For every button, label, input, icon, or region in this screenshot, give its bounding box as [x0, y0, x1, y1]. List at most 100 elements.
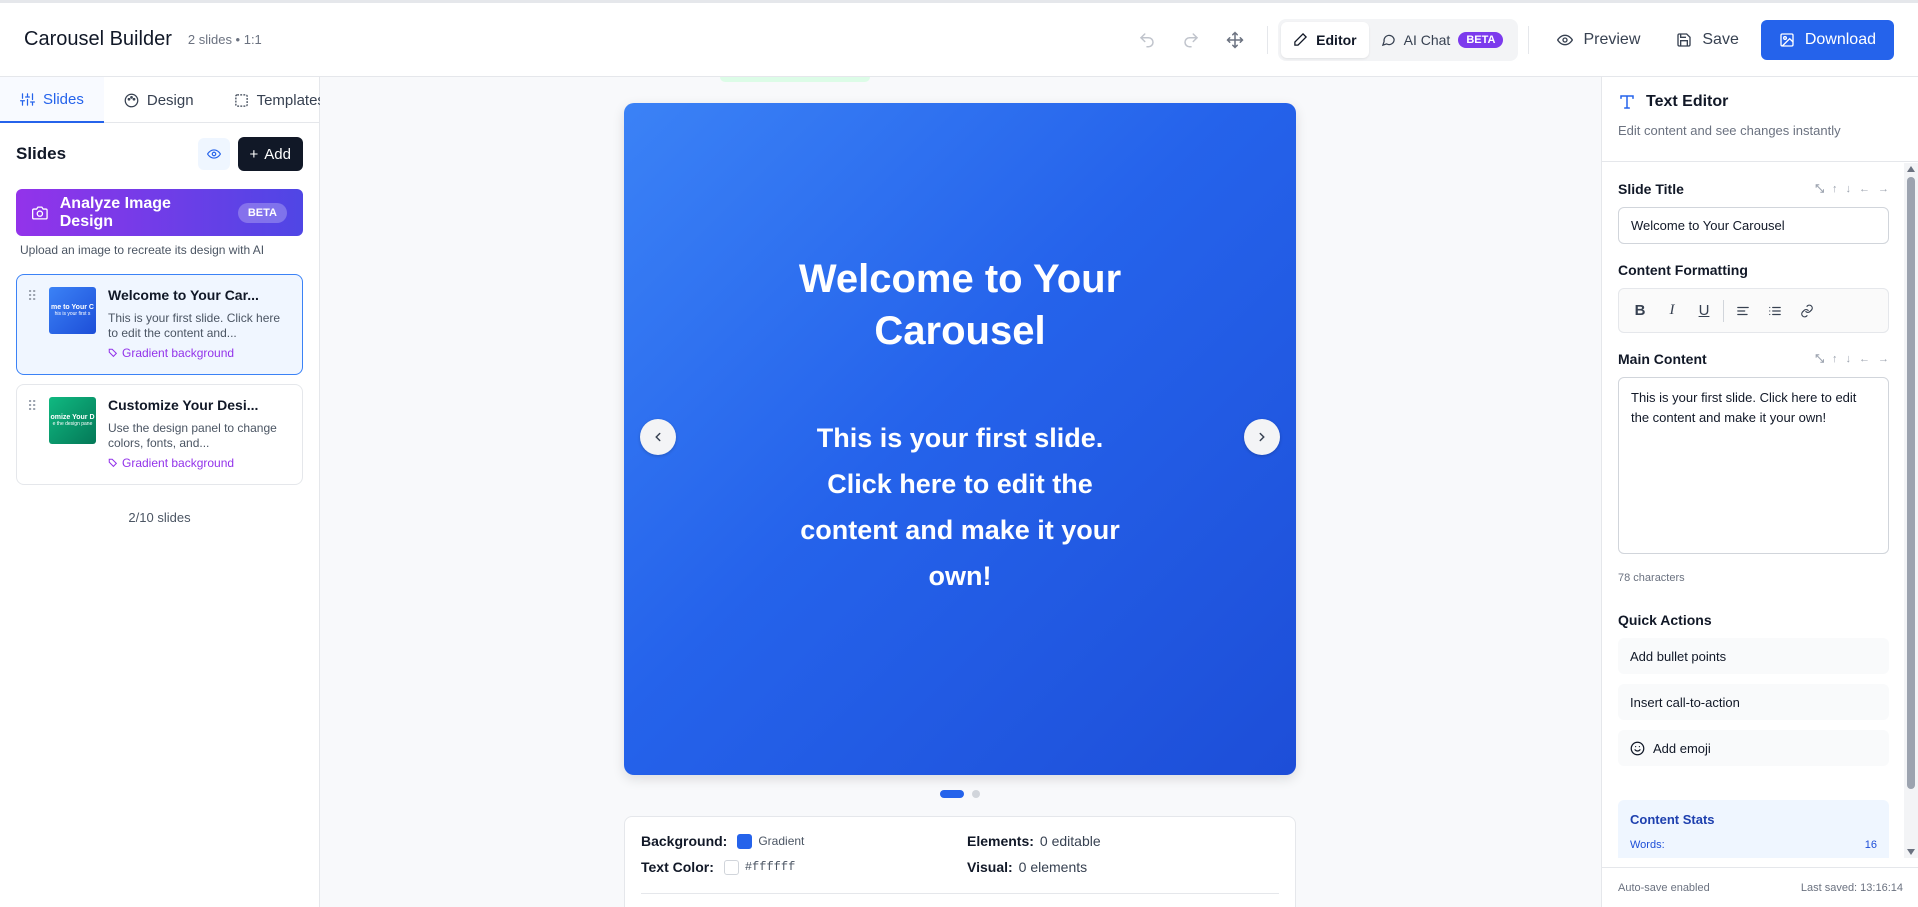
- quick-actions-label: Quick Actions: [1618, 612, 1712, 628]
- tab-templates-label: Templates: [256, 91, 325, 109]
- background-label: Background:: [641, 833, 728, 849]
- arrow-left-icon[interactable]: ←: [1859, 353, 1870, 366]
- insert-cta-button[interactable]: Insert call-to-action: [1618, 684, 1889, 720]
- thumbnail-title: omize Your D: [50, 414, 95, 421]
- sidebar-tabs: Slides Design Templates: [0, 77, 325, 123]
- save-label: Save: [1702, 30, 1739, 48]
- editor-header: Text Editor Edit content and see changes…: [1602, 77, 1918, 162]
- elements-info: Elements: 0 editable: [967, 833, 1279, 849]
- list-icon[interactable]: [1762, 298, 1788, 324]
- quick-action-label: Insert call-to-action: [1630, 694, 1740, 710]
- slide-thumbnail: me to Your C his is your first s: [49, 287, 96, 334]
- main-content-field-label: Main Content ⤡ ↑ ↓ ← →: [1618, 351, 1889, 367]
- download-button[interactable]: Download: [1760, 19, 1894, 60]
- scroll-down-icon[interactable]: [1907, 849, 1915, 855]
- editor-subtitle: Edit content and see changes instantly: [1618, 123, 1841, 138]
- redo-icon[interactable]: [1169, 20, 1213, 60]
- chat-icon: [1381, 34, 1395, 47]
- stats-words-label: Words:: [1630, 839, 1665, 851]
- text-icon: [1620, 95, 1634, 109]
- bold-icon[interactable]: B: [1627, 298, 1653, 324]
- save-icon: [1677, 32, 1692, 47]
- slide-background-tag: Gradient background: [108, 456, 292, 470]
- main-content-label: Main Content: [1618, 351, 1707, 367]
- field-tools: ⤡ ↑ ↓ ← →: [1815, 353, 1889, 366]
- arrow-right-icon[interactable]: →: [1878, 183, 1889, 196]
- divider: [1267, 25, 1269, 54]
- slide-thumbnail: omize Your D e the design pane: [49, 397, 96, 444]
- divider: [1723, 299, 1724, 322]
- background-value: Gradient: [758, 834, 805, 848]
- move-icon[interactable]: [1213, 20, 1257, 60]
- link-icon[interactable]: [1794, 298, 1820, 324]
- text-color-value: #ffffff: [744, 860, 796, 874]
- slide-list-item[interactable]: ⠿ omize Your D e the design pane Customi…: [16, 384, 303, 485]
- preview-toggle-button[interactable]: [197, 138, 230, 170]
- scroll-up-icon[interactable]: [1907, 166, 1915, 172]
- add-bullet-points-button[interactable]: Add bullet points: [1618, 638, 1889, 674]
- scroll-thumb[interactable]: [1907, 177, 1915, 789]
- ai-chat-mode-button[interactable]: AI Chat BETA: [1369, 22, 1516, 58]
- canvas-slide-content[interactable]: This is your first slide. Click here to …: [624, 415, 1296, 599]
- tab-slides-label: Slides: [43, 90, 84, 108]
- app-title: Carousel Builder: [24, 28, 172, 50]
- italic-icon[interactable]: I: [1659, 298, 1685, 324]
- save-button[interactable]: Save: [1658, 20, 1756, 60]
- add-emoji-button[interactable]: Add emoji: [1618, 730, 1889, 766]
- plus-icon: +: [249, 145, 259, 163]
- align-left-icon[interactable]: [1730, 298, 1756, 324]
- editor-mode-button[interactable]: Editor: [1281, 21, 1369, 58]
- undo-icon[interactable]: [1125, 20, 1169, 60]
- last-saved: Last saved: 13:16:14: [1800, 881, 1903, 894]
- preview-label: Preview: [1583, 30, 1641, 48]
- thumbnail-title: me to Your C: [51, 304, 94, 311]
- eye-icon: [206, 149, 221, 159]
- arrow-up-icon[interactable]: ↑: [1832, 183, 1838, 196]
- stats-words-value: 16: [1864, 839, 1877, 851]
- slide-title-input[interactable]: Welcome to Your Carousel: [1618, 207, 1889, 244]
- resize-icon[interactable]: ⤡: [1815, 183, 1824, 196]
- add-slide-button[interactable]: + Add: [237, 137, 303, 171]
- arrow-down-icon[interactable]: ↓: [1846, 353, 1852, 366]
- text-color-swatch: [723, 859, 739, 875]
- divider: [641, 893, 1279, 894]
- autosave-status: Auto-save enabled: [1618, 881, 1710, 894]
- slide-canvas[interactable]: Welcome to Your Carousel This is your fi…: [624, 103, 1296, 775]
- next-slide-button[interactable]: [1244, 419, 1280, 455]
- editor-body: Slide Title ⤡ ↑ ↓ ← → Welcome to Your Ca…: [1602, 163, 1905, 858]
- arrow-down-icon[interactable]: ↓: [1846, 183, 1852, 196]
- slide-title: Welcome to Your Car...: [108, 287, 259, 303]
- eye-icon: [1557, 34, 1574, 45]
- editor-footer: Auto-save enabled Last saved: 13:16:14: [1602, 867, 1918, 907]
- preview-button[interactable]: Preview: [1539, 20, 1658, 60]
- analyze-image-button[interactable]: Analyze Image Design BETA: [16, 189, 303, 236]
- analyze-label: Analyze Image Design: [59, 194, 171, 230]
- analyze-hint: Upload an image to recreate its design w…: [20, 243, 265, 257]
- canvas-slide-title[interactable]: Welcome to Your Carousel: [624, 253, 1296, 357]
- slide-description: This is your first slide. Click here to …: [108, 311, 281, 340]
- thumbnail-subtitle: his is your first s: [54, 311, 91, 317]
- resize-icon[interactable]: ⤡: [1815, 353, 1824, 366]
- main-content-textarea[interactable]: This is your first slide. Click here to …: [1618, 377, 1889, 554]
- drag-handle-icon[interactable]: ⠿: [27, 287, 41, 362]
- elements-value: 0 editable: [1039, 833, 1101, 849]
- pagination-dot[interactable]: [940, 790, 964, 798]
- content-stats: Content Stats Words: 16: [1618, 800, 1889, 858]
- previous-slide-button[interactable]: [640, 419, 676, 455]
- underline-icon[interactable]: U: [1691, 298, 1717, 324]
- tab-design[interactable]: Design: [104, 77, 214, 123]
- pagination-dot[interactable]: [972, 790, 980, 798]
- top-bar: Carousel Builder 2 slides • 1:1 Editor A…: [0, 0, 1918, 77]
- tab-slides[interactable]: Slides: [0, 77, 104, 123]
- slide-background-label: Gradient background: [122, 346, 235, 360]
- arrow-right-icon[interactable]: →: [1878, 353, 1889, 366]
- background-info: Background: Gradient: [641, 833, 967, 849]
- beta-badge: BETA: [1458, 31, 1504, 48]
- arrow-up-icon[interactable]: ↑: [1832, 353, 1838, 366]
- arrow-left-icon[interactable]: ←: [1859, 183, 1870, 196]
- drag-handle-icon[interactable]: ⠿: [27, 397, 41, 472]
- scrollbar[interactable]: [1904, 163, 1918, 858]
- slide-title-field-label: Slide Title ⤡ ↑ ↓ ← →: [1618, 181, 1889, 197]
- elements-label: Elements:: [967, 833, 1034, 849]
- slide-list-item[interactable]: ⠿ me to Your C his is your first s Welco…: [16, 274, 303, 375]
